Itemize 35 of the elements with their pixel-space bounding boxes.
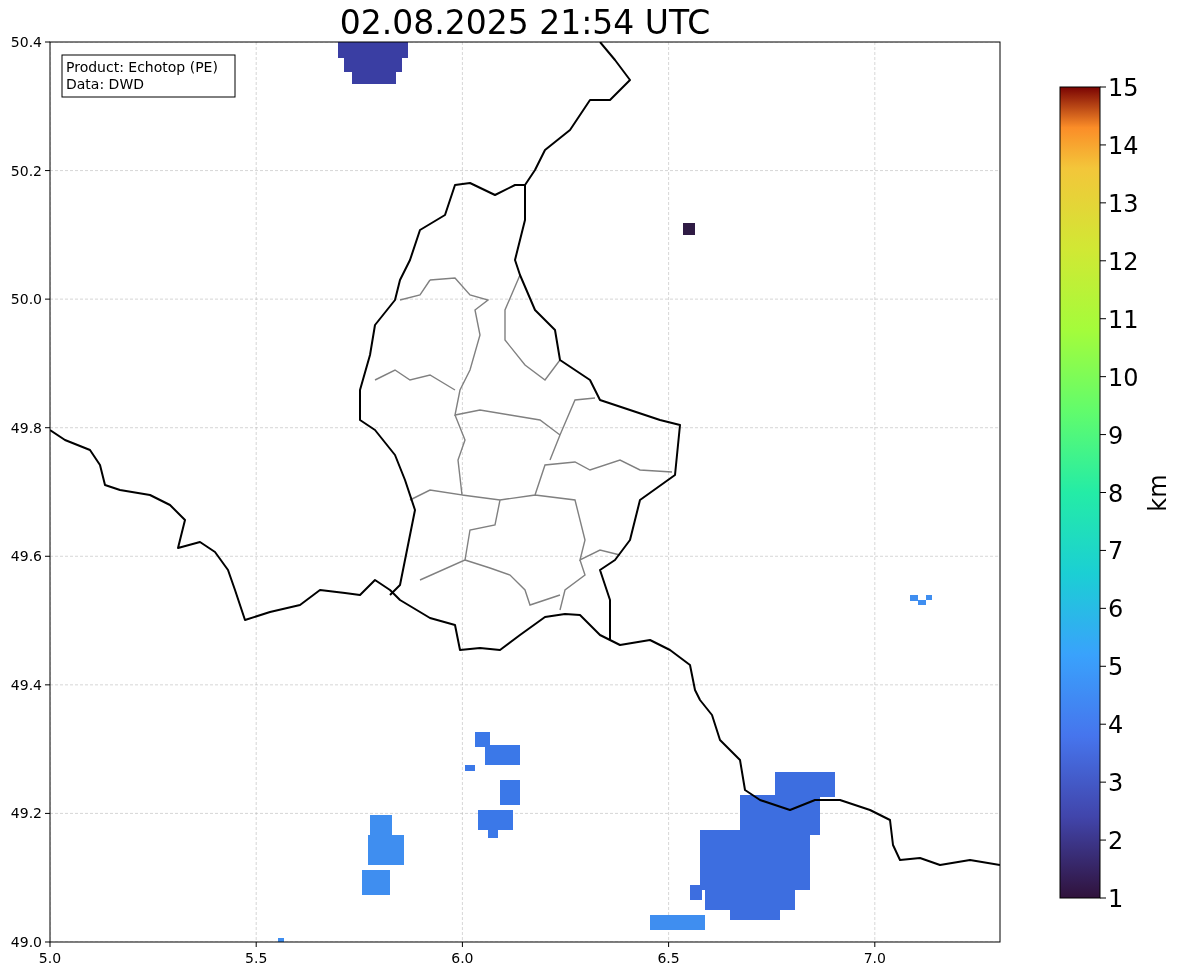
colorbar-label: km [1144, 474, 1172, 512]
x-tick-label: 5.0 [38, 950, 62, 966]
radar-echo [910, 595, 932, 605]
colorbar-tick-label: 8 [1108, 479, 1124, 508]
colorbar-tick-label: 14 [1108, 131, 1139, 160]
colorbar-tick-label: 4 [1108, 711, 1124, 740]
x-tick-label: 5.5 [245, 950, 268, 966]
product-label: Product: Echotop (PE) [66, 59, 218, 75]
colorbar-tick-label: 5 [1108, 653, 1124, 682]
colorbar-tick-label: 15 [1108, 74, 1139, 102]
y-tick-label: 50.0 [10, 291, 42, 308]
x-tick-label: 6.0 [451, 950, 474, 966]
y-tick-label: 50.2 [10, 162, 42, 179]
radar-echo [338, 42, 408, 84]
colorbar-tick-label: 6 [1108, 595, 1124, 624]
colorbar-tick-label: 3 [1108, 769, 1124, 798]
x-tick-label: 7.0 [863, 950, 886, 966]
colorbar-tick-label: 12 [1108, 247, 1139, 276]
radar-echo [683, 223, 695, 235]
y-tick-label: 49.0 [10, 934, 42, 950]
colorbar-tick-label: 9 [1108, 421, 1124, 450]
chart-title: 02.08.2025 21:54 UTC [339, 3, 711, 42]
data-source-label: Data: DWD [66, 76, 144, 92]
colorbar-tick-label: 13 [1108, 189, 1139, 218]
colorbar-tick-label: 10 [1108, 363, 1139, 392]
x-tick-label: 6.5 [657, 950, 680, 966]
colorbar-tick-label: 2 [1108, 827, 1124, 856]
y-tick-label: 50.4 [10, 34, 42, 50]
y-tick-label: 49.8 [10, 419, 42, 436]
colorbar-tick-label: 1 [1108, 885, 1124, 913]
y-tick-label: 49.2 [10, 805, 42, 822]
y-tick-label: 49.4 [10, 676, 42, 693]
colorbar-tick-label: 11 [1108, 305, 1139, 334]
y-tick-label: 49.6 [10, 548, 42, 565]
colorbar-tick-label: 7 [1108, 537, 1124, 566]
